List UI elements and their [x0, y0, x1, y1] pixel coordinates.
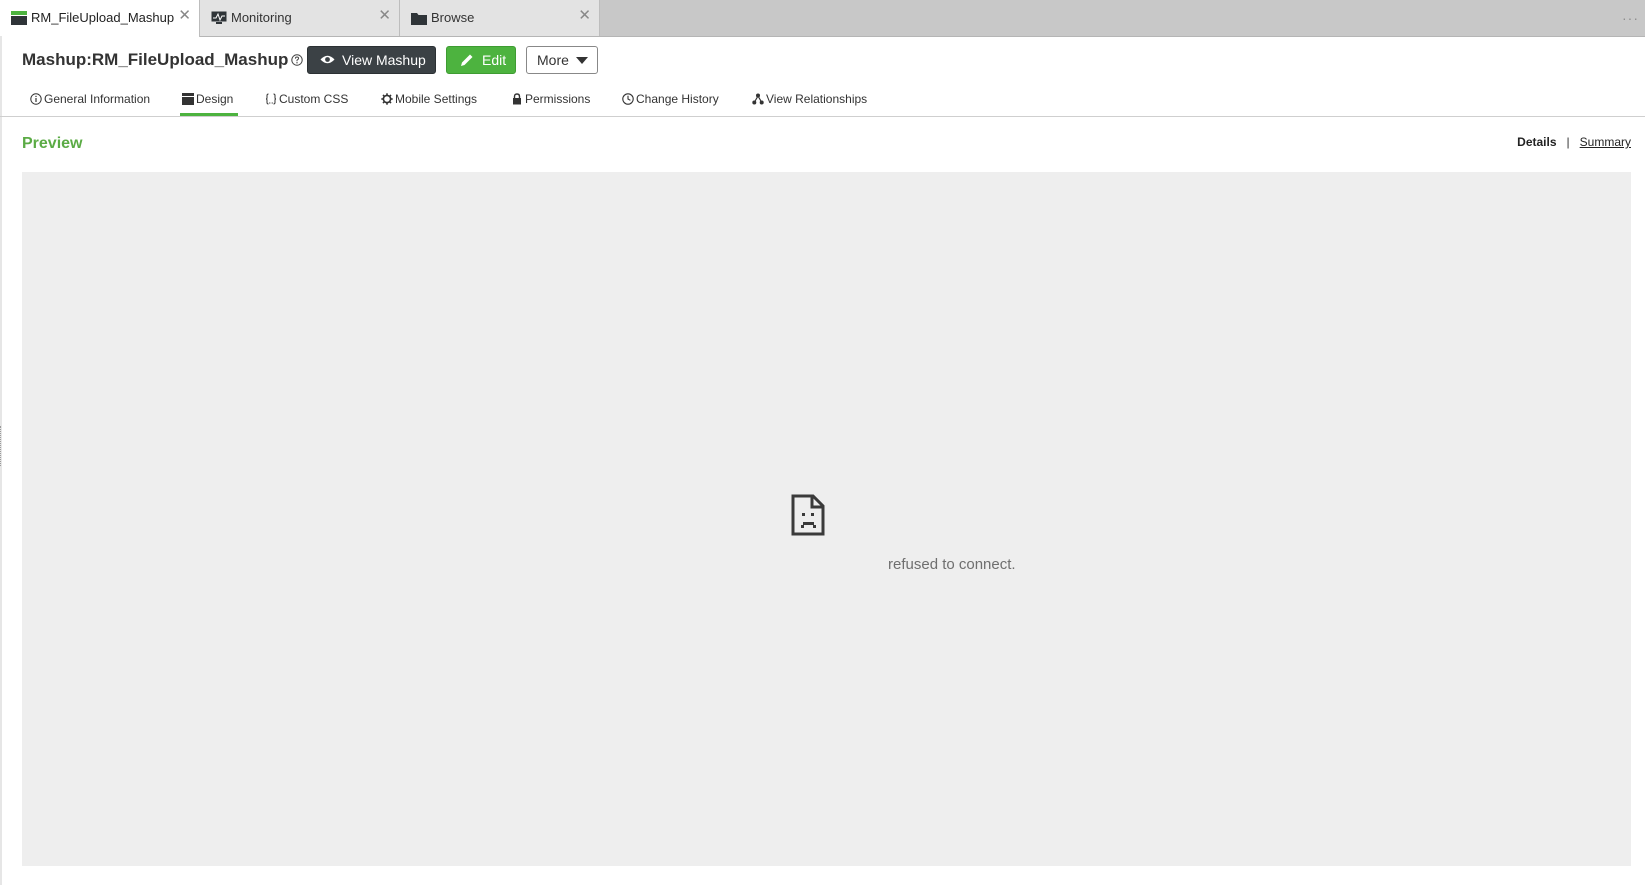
- lock-icon: [513, 93, 521, 105]
- details-summary-toggle: Details | Summary: [1517, 135, 1631, 149]
- tab-view-relationships[interactable]: View Relationships: [752, 86, 872, 116]
- tab-rm-fileupload-mashup[interactable]: RM_FileUpload_Mashup ✕: [0, 0, 200, 37]
- preview-frame: refused to connect.: [22, 172, 1631, 866]
- edit-label: Edit: [482, 52, 507, 68]
- tab-label: Browse: [431, 10, 475, 25]
- tab-permissions[interactable]: Permissions: [511, 86, 597, 116]
- close-icon[interactable]: ✕: [378, 7, 391, 25]
- page-title-text: Mashup:RM_FileUpload_Mashup: [22, 50, 289, 69]
- sad-document-icon: [791, 494, 825, 536]
- details-link[interactable]: Details: [1517, 135, 1556, 149]
- mashup-icon: [11, 11, 27, 25]
- more-button[interactable]: More: [526, 46, 598, 74]
- tab-label: Permissions: [525, 92, 591, 106]
- gear-icon: [381, 93, 393, 105]
- tab-label: Mobile Settings: [395, 92, 478, 106]
- secondary-tab-bar: General Information Design Custom CSS Mo…: [0, 86, 1645, 117]
- tab-label: Design: [196, 92, 234, 106]
- tab-general-information[interactable]: General Information: [30, 86, 156, 116]
- preview-heading: Preview: [22, 135, 83, 152]
- caret-down-icon: [576, 57, 588, 64]
- close-icon[interactable]: ✕: [178, 7, 191, 25]
- tab-strip: RM_FileUpload_Mashup ✕ Monitoring ✕ Brow…: [0, 0, 1645, 37]
- edit-button[interactable]: Edit: [446, 46, 516, 74]
- tab-design[interactable]: Design: [180, 86, 238, 116]
- pencil-icon: [461, 54, 473, 66]
- page-title: Mashup:RM_FileUpload_Mashup: [22, 50, 304, 70]
- summary-link[interactable]: Summary: [1580, 135, 1631, 149]
- clock-icon: [622, 93, 634, 105]
- info-icon: [30, 93, 42, 105]
- connection-error-message: refused to connect.: [888, 556, 1016, 573]
- eye-icon: [320, 55, 335, 64]
- monitor-icon: [211, 11, 227, 24]
- tab-label: Custom CSS: [279, 92, 349, 106]
- tab-mobile-settings[interactable]: Mobile Settings: [381, 86, 493, 116]
- tab-label: Monitoring: [231, 10, 292, 25]
- tab-label: General Information: [44, 92, 151, 106]
- view-mashup-label: View Mashup: [342, 52, 426, 68]
- design-icon: [182, 93, 194, 105]
- tab-label: View Relationships: [766, 92, 868, 106]
- more-label: More: [537, 52, 569, 68]
- tab-label: RM_FileUpload_Mashup: [31, 10, 175, 25]
- tab-browse[interactable]: Browse ✕: [400, 0, 600, 36]
- tab-monitoring[interactable]: Monitoring ✕: [200, 0, 400, 36]
- tab-overflow-menu-icon[interactable]: ···: [1622, 10, 1639, 26]
- css-braces-icon: [265, 93, 277, 105]
- resize-handle[interactable]: [0, 426, 4, 466]
- help-icon[interactable]: [291, 53, 304, 66]
- folder-icon: [411, 13, 427, 25]
- tab-label: Change History: [636, 92, 719, 106]
- tab-custom-css[interactable]: Custom CSS: [265, 86, 355, 116]
- relationships-icon: [752, 93, 764, 105]
- view-mashup-button[interactable]: View Mashup: [307, 46, 436, 74]
- toggle-separator: |: [1566, 135, 1570, 149]
- tab-change-history[interactable]: Change History: [622, 86, 722, 116]
- close-icon[interactable]: ✕: [578, 7, 591, 25]
